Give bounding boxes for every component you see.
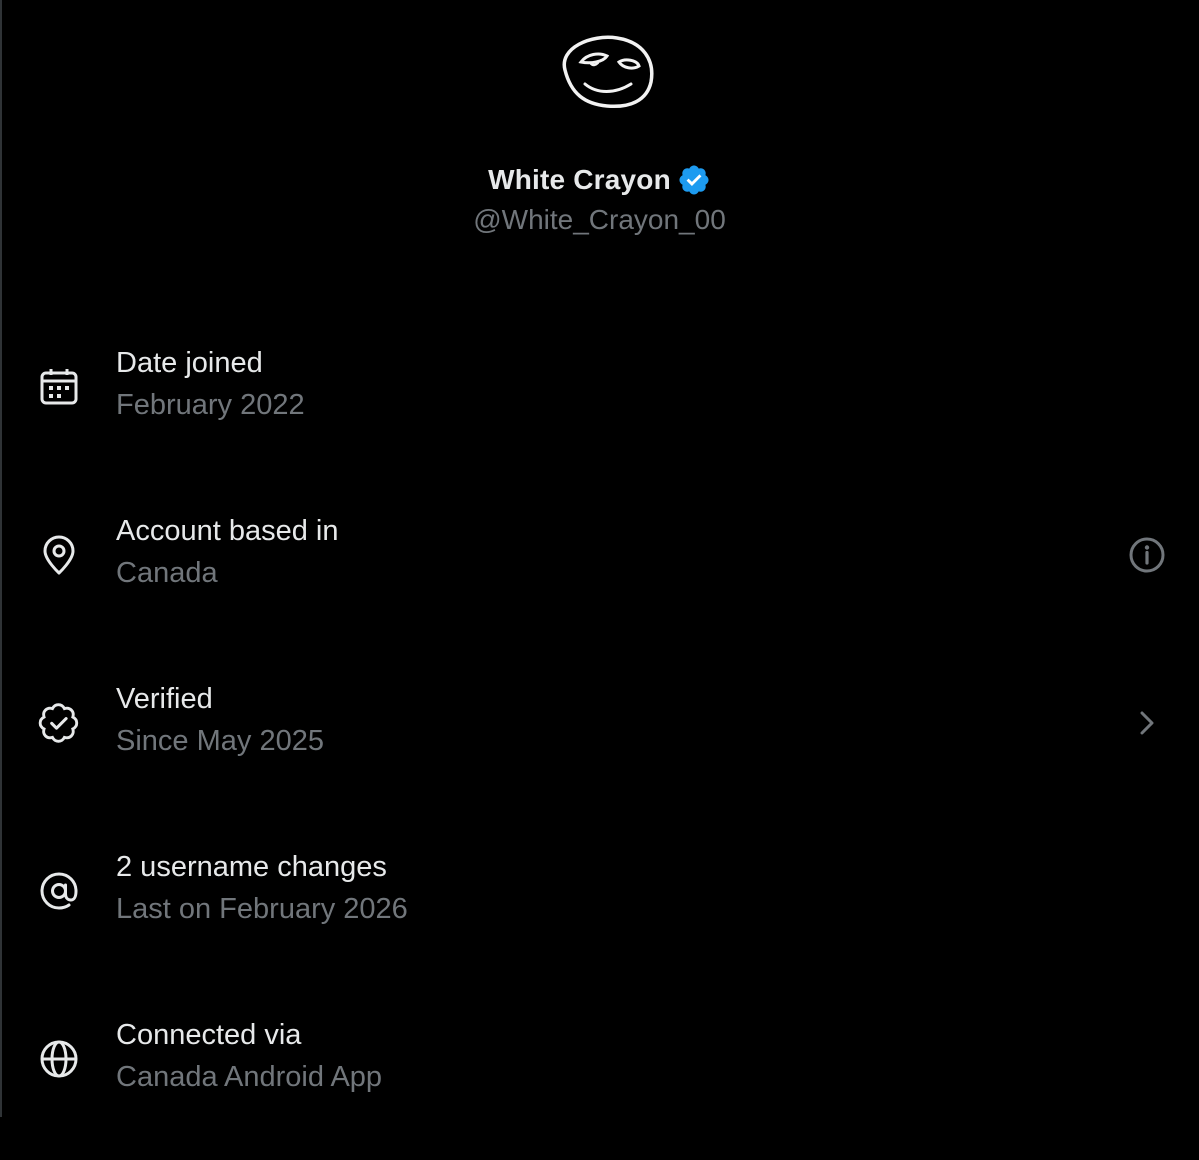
row-subtitle: Since May 2025 xyxy=(116,725,324,757)
row-title: Account based in xyxy=(116,515,339,547)
verified-outline-icon xyxy=(36,700,82,746)
row-subtitle: Canada Android App xyxy=(116,1061,383,1093)
display-name: White Crayon xyxy=(488,164,671,195)
row-title: Date joined xyxy=(116,347,263,379)
row-connected-via: Connected via Canada Android App xyxy=(0,992,1199,1160)
row-title: Connected via xyxy=(116,1019,302,1051)
profile-header: White Crayon @White_Crayon_00 xyxy=(0,0,1199,260)
row-subtitle: Canada xyxy=(116,557,218,589)
display-name-row: White Crayon xyxy=(0,160,1199,200)
verified-badge-icon[interactable] xyxy=(677,163,711,197)
at-sign-icon xyxy=(36,868,82,914)
row-subtitle: February 2022 xyxy=(116,389,305,421)
profile-handle: @White_Crayon_00 xyxy=(473,204,726,235)
globe-icon xyxy=(36,1036,82,1082)
calendar-icon xyxy=(36,364,82,410)
account-info-list: Date joined February 2022 Account based … xyxy=(0,320,1199,1160)
avatar-face-drawing xyxy=(562,35,654,109)
row-verified[interactable]: Verified Since May 2025 xyxy=(0,656,1199,824)
row-title: 2 username changes xyxy=(116,851,387,883)
avatar[interactable] xyxy=(551,28,661,118)
chevron-right-icon xyxy=(1126,702,1168,744)
row-account-based-in: Account based in Canada xyxy=(0,488,1199,656)
row-username-changes: 2 username changes Last on February 2026 xyxy=(0,824,1199,992)
row-subtitle: Last on February 2026 xyxy=(116,893,408,925)
info-icon[interactable] xyxy=(1126,534,1168,576)
row-title: Verified xyxy=(116,683,213,715)
row-date-joined: Date joined February 2022 xyxy=(0,320,1199,488)
location-pin-icon xyxy=(36,532,82,578)
